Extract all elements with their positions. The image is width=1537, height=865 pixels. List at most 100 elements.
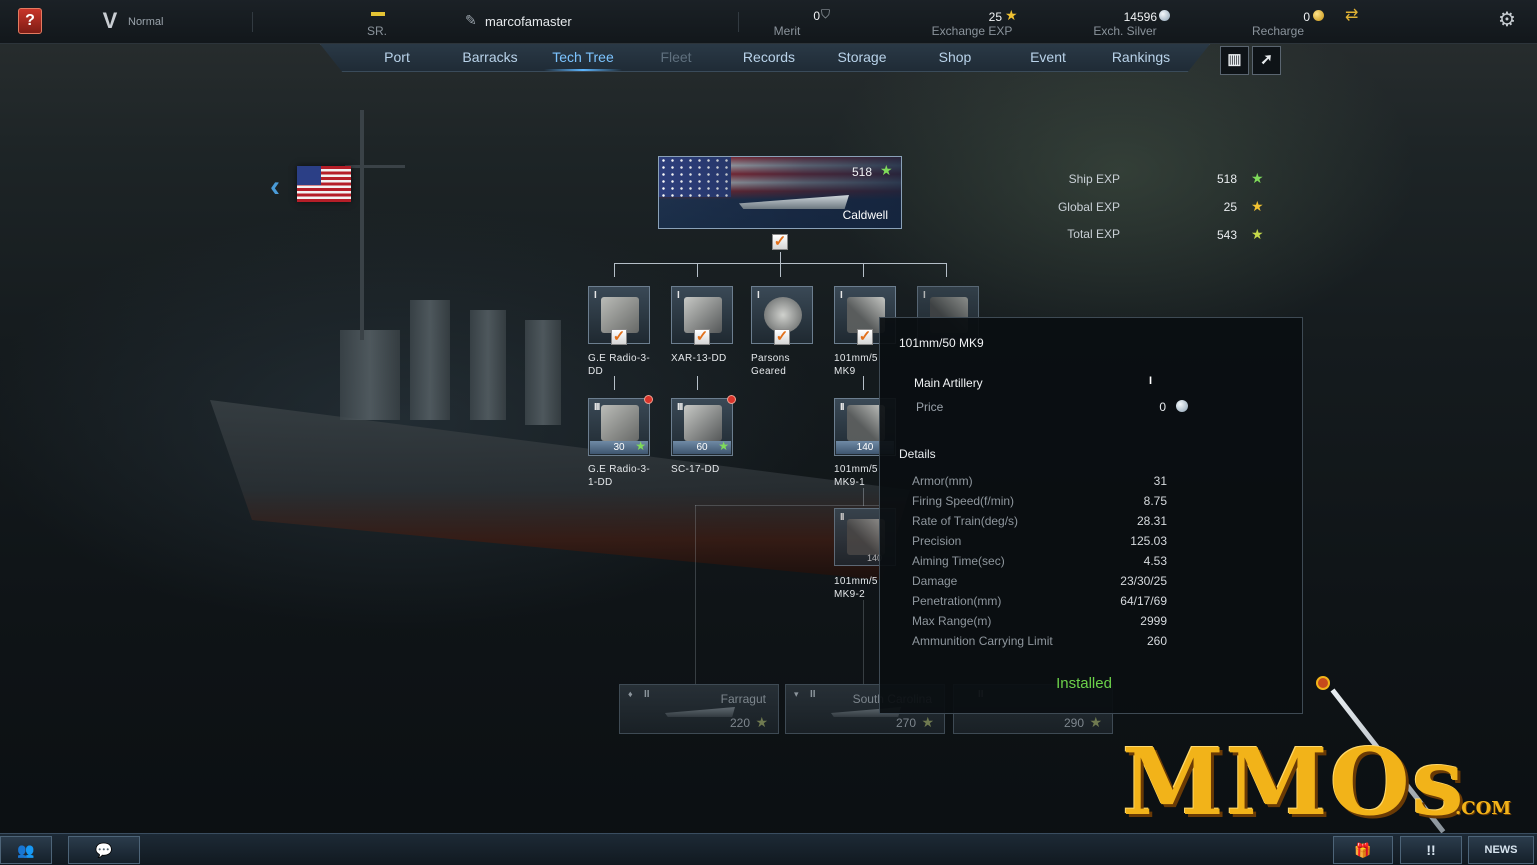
main-nav: Port Barracks Tech Tree Fleet Records St… xyxy=(320,44,1210,72)
stat-label: Max Range(m) xyxy=(912,614,992,628)
module-label: SC-17-DD xyxy=(671,464,720,475)
sr-label: SR. xyxy=(366,24,387,38)
ship-exp-cost: 220 xyxy=(729,716,750,730)
friends-icon[interactable]: 👥 xyxy=(0,836,52,864)
ship-silhouette xyxy=(665,707,735,717)
module-tier: III xyxy=(677,402,683,413)
help-book-icon[interactable]: ? xyxy=(18,8,42,34)
username: marcofamaster xyxy=(485,14,572,29)
chat-bubble-icon[interactable]: 💬 xyxy=(68,836,140,864)
ship-funnel xyxy=(410,300,450,420)
ship-funnel xyxy=(470,310,506,420)
tree-connector xyxy=(697,263,698,277)
module-tooltip: 101mm/50 MK9 Main Artillery I Price 0 De… xyxy=(879,317,1303,714)
stat-value: 260 xyxy=(1146,634,1167,648)
tree-connector xyxy=(946,263,947,277)
edit-icon[interactable]: ✎ xyxy=(465,12,477,29)
recharge-value: 0 xyxy=(1303,10,1310,24)
module-tier: I xyxy=(840,290,843,301)
stat-value: 2999 xyxy=(1140,614,1167,628)
radio-icon xyxy=(601,405,639,441)
module-label: 101mm/5 MK9-2 xyxy=(834,576,878,600)
rank-chevron-icon: V xyxy=(102,8,118,33)
tree-connector xyxy=(614,376,615,390)
module-radar-upgrade[interactable]: III 60 ★ xyxy=(671,395,736,456)
recharge-label: Recharge xyxy=(1251,24,1305,38)
stat-label: Damage xyxy=(912,574,958,588)
silver-coin-icon xyxy=(1176,400,1188,412)
tree-connector xyxy=(697,376,698,390)
ship-tier: II xyxy=(810,689,816,700)
price-value: 0 xyxy=(1159,400,1166,414)
tab-tech-tree[interactable]: Tech Tree xyxy=(538,49,628,71)
installed-check-icon: ✓ xyxy=(611,328,627,345)
tree-connector xyxy=(863,263,864,277)
ship-exp: 518 xyxy=(852,165,873,179)
tree-connector xyxy=(863,600,864,685)
current-ship-card[interactable]: 518 ★ Caldwell xyxy=(658,156,902,229)
installed-check-icon: ✓ xyxy=(774,328,790,345)
stat-value: 23/30/25 xyxy=(1120,574,1167,588)
radar-icon xyxy=(684,405,722,441)
module-label: G.E Radio-3- 1-DD xyxy=(588,464,650,488)
gold-star-icon: ★ xyxy=(1251,198,1264,214)
module-engine[interactable]: I ✓ xyxy=(751,286,813,345)
news-button[interactable]: NEWS xyxy=(1468,836,1534,864)
module-tier: II xyxy=(840,402,844,413)
price-label: Price xyxy=(916,400,944,414)
global-exp-label: Global EXP xyxy=(1057,200,1120,214)
tab-records[interactable]: Records xyxy=(724,49,814,65)
usa-flag-icon[interactable] xyxy=(297,166,351,202)
back-chevron-icon[interactable]: ‹ xyxy=(270,170,280,204)
green-star-icon: ★ xyxy=(718,439,729,453)
ship-exp-cost: 270 xyxy=(895,716,916,730)
stat-label: Aiming Time(sec) xyxy=(912,554,1005,568)
mmos-watermark-suffix: .COM xyxy=(1455,798,1512,819)
merit-shield-icon: ⛉ xyxy=(821,7,831,21)
module-label: 101mm/5 MK9-1 xyxy=(834,464,878,488)
lock-icon: ♦ xyxy=(628,689,633,699)
tooltip-title: 101mm/50 MK9 xyxy=(899,336,984,350)
gift-box-icon[interactable]: 🎁 xyxy=(1333,836,1393,864)
notification-dot xyxy=(644,395,653,404)
tab-fleet[interactable]: Fleet xyxy=(631,49,721,65)
module-radio[interactable]: I ✓ xyxy=(588,286,650,345)
tab-shop[interactable]: Shop xyxy=(910,49,1000,65)
tab-event[interactable]: Event xyxy=(1003,49,1093,65)
module-cost: 30 ★ xyxy=(590,440,648,454)
exchange-arrows-icon[interactable]: ⇄ xyxy=(1345,5,1358,25)
ship-name: Caldwell xyxy=(842,208,888,222)
installed-check-icon: ✓ xyxy=(857,328,873,345)
tab-port[interactable]: Port xyxy=(352,49,442,65)
upgrade-arrow-icon[interactable]: ➚ xyxy=(1252,46,1281,75)
installed-check-icon: ✓ xyxy=(694,328,710,345)
rank-bar-icon xyxy=(371,12,385,16)
module-radar[interactable]: I ✓ xyxy=(671,286,733,345)
divider xyxy=(738,12,739,32)
module-label: Parsons Geared xyxy=(751,353,790,377)
ship-name: Farragut xyxy=(720,692,766,706)
stat-value: 125.03 xyxy=(1130,534,1167,548)
ship-tier: II xyxy=(644,689,650,700)
module-tier: I xyxy=(757,290,760,301)
notification-dot xyxy=(727,395,736,404)
silver-coin-icon xyxy=(1159,10,1170,21)
tooltip-tier: I xyxy=(1149,375,1153,387)
gold-coin-icon xyxy=(1313,10,1324,21)
exch-silver-value: 14596 xyxy=(1123,10,1157,24)
ship-mast-yard xyxy=(345,165,405,168)
tab-storage[interactable]: Storage xyxy=(817,49,907,65)
module-radio-upgrade[interactable]: III 30 ★ xyxy=(588,395,653,456)
tab-barracks[interactable]: Barracks xyxy=(445,49,535,65)
gift-bars-icon[interactable]: ▥ xyxy=(1220,46,1249,75)
module-label: G.E Radio-3- DD xyxy=(588,353,650,377)
merit-value: 0 xyxy=(813,9,820,23)
settings-gear-icon[interactable]: ⚙ xyxy=(1498,7,1516,32)
stat-label: Ammunition Carrying Limit xyxy=(912,634,1053,648)
alert-icon[interactable]: !! xyxy=(1400,836,1462,864)
next-ship-slot[interactable]: ♦ II Farragut 220 ★ xyxy=(619,684,779,734)
mixed-star-icon: ★ xyxy=(1251,226,1264,242)
tab-rankings[interactable]: Rankings xyxy=(1096,49,1186,65)
stat-value: 28.31 xyxy=(1136,514,1167,528)
module-tier: III xyxy=(594,402,600,413)
